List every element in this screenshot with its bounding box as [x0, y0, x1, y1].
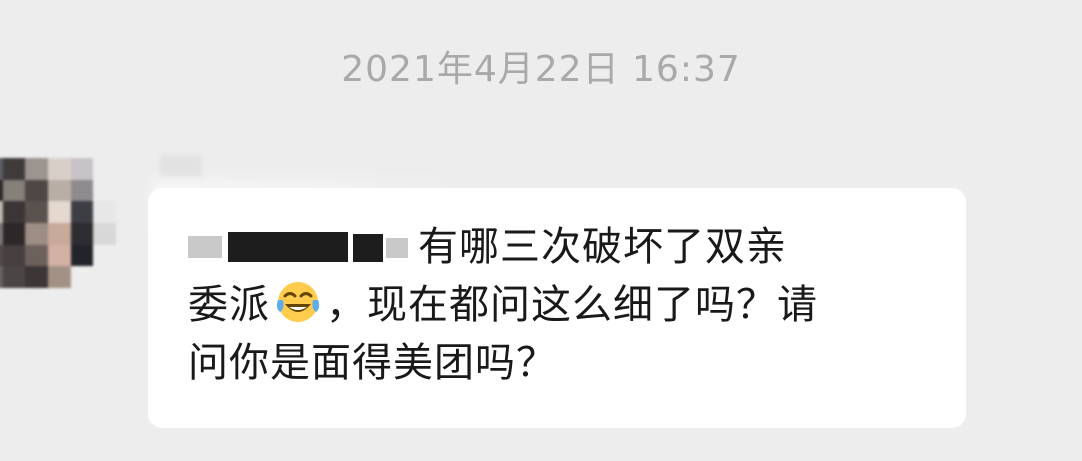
message-line-1: 有哪三次破坏了双亲: [418, 224, 787, 270]
message-line-2-end: ，现在都问这么细了吗？请: [326, 282, 818, 328]
message-timestamp: 2021年4月22日 16:37: [341, 49, 741, 90]
message-line-2-start: 委派: [188, 282, 270, 328]
message-text: 有哪三次破坏了双亲 委派 ，现在都问这么细了吗？请 问你是面得美团吗？: [188, 218, 918, 392]
tears-of-joy-emoji: [276, 282, 320, 322]
redacted-text: [188, 226, 414, 266]
sender-name-redacted: [160, 155, 202, 177]
message-line-3: 问你是面得美团吗？: [188, 340, 557, 386]
message-bubble[interactable]: 有哪三次破坏了双亲 委派 ，现在都问这么细了吗？请 问你是面得美团吗？: [148, 188, 966, 428]
sender-avatar[interactable]: [0, 158, 116, 288]
